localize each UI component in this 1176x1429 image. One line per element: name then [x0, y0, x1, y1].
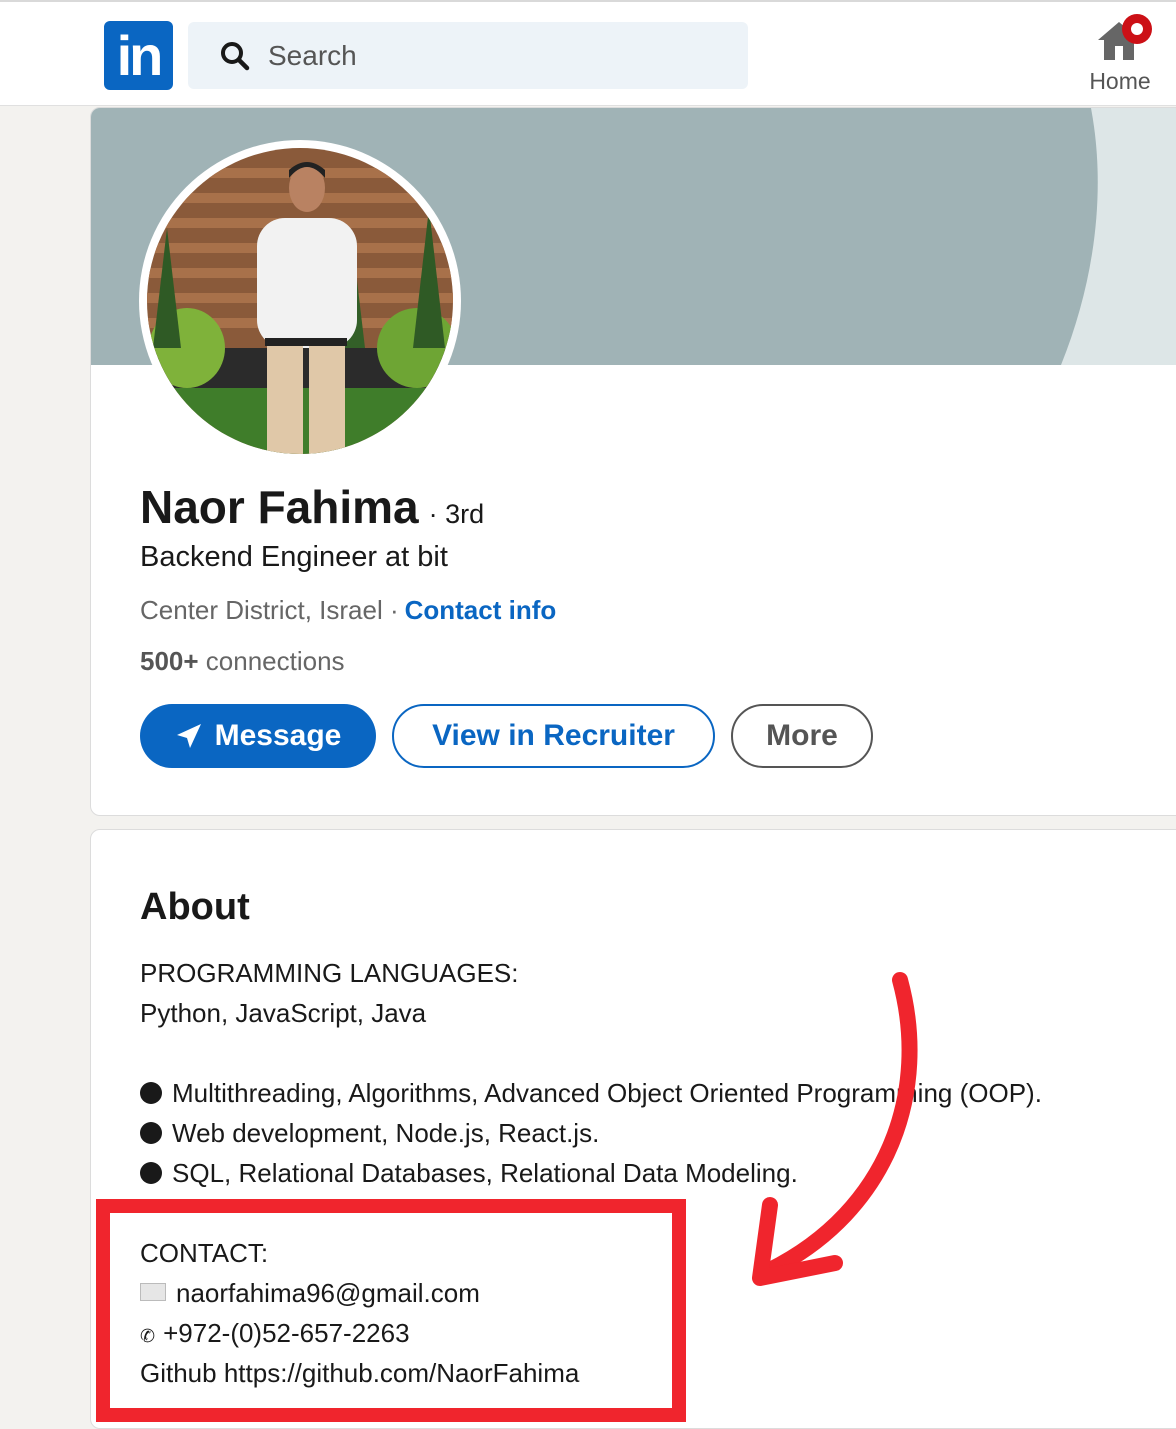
profile-location: Center District, Israel · — [140, 595, 399, 625]
profile-headline: Backend Engineer at bit — [140, 541, 448, 573]
connection-degree: · 3rd — [428, 499, 485, 529]
top-nav-bar: in Search Home — [0, 0, 1176, 106]
bullet-icon — [140, 1162, 162, 1184]
search-icon — [221, 41, 250, 70]
message-button[interactable]: Message — [140, 704, 376, 768]
contact-info-link[interactable]: Contact info — [405, 595, 557, 626]
more-button-label: More — [766, 719, 838, 752]
home-label: Home — [1089, 68, 1151, 94]
name-row: Naor Fahima · 3rd — [140, 480, 484, 534]
profile-photo-image — [147, 148, 453, 454]
linkedin-logo[interactable]: in — [104, 21, 173, 90]
about-line: Python, JavaScript, Java — [140, 998, 427, 1028]
about-line: PROGRAMMING LANGUAGES: — [140, 958, 519, 988]
message-button-label: Message — [214, 719, 342, 752]
connections-label: connections — [198, 646, 345, 676]
location-row: Center District, Israel · Contact info — [140, 595, 556, 626]
connections-number: 500+ — [140, 646, 199, 676]
bullet-icon — [140, 1082, 162, 1104]
profile-card: Naor Fahima · 3rd Backend Engineer at bi… — [90, 107, 1176, 816]
profile-photo[interactable] — [139, 140, 461, 462]
send-icon — [176, 724, 201, 748]
recruiter-button-label: View in Recruiter — [432, 719, 675, 752]
about-bullet: Web development, Node.js, React.js. — [140, 1118, 599, 1149]
search-input[interactable]: Search — [268, 40, 357, 72]
nav-home[interactable]: Home — [1080, 14, 1160, 98]
view-in-recruiter-button[interactable]: View in Recruiter — [392, 704, 715, 768]
search-box[interactable]: Search — [188, 22, 748, 89]
annotation-arrow — [752, 972, 918, 1286]
about-title: About — [140, 886, 250, 928]
notification-badge — [1122, 14, 1152, 44]
bullet-text: SQL, Relational Databases, Relational Da… — [172, 1158, 798, 1188]
bullet-icon — [140, 1122, 162, 1144]
connections-count[interactable]: 500+ connections — [140, 646, 345, 677]
about-bullet: SQL, Relational Databases, Relational Da… — [140, 1158, 798, 1189]
annotation-highlight-box — [96, 1199, 686, 1422]
more-button[interactable]: More — [731, 704, 873, 768]
bullet-text: Web development, Node.js, React.js. — [172, 1118, 600, 1148]
profile-name: Naor Fahima — [140, 481, 419, 533]
